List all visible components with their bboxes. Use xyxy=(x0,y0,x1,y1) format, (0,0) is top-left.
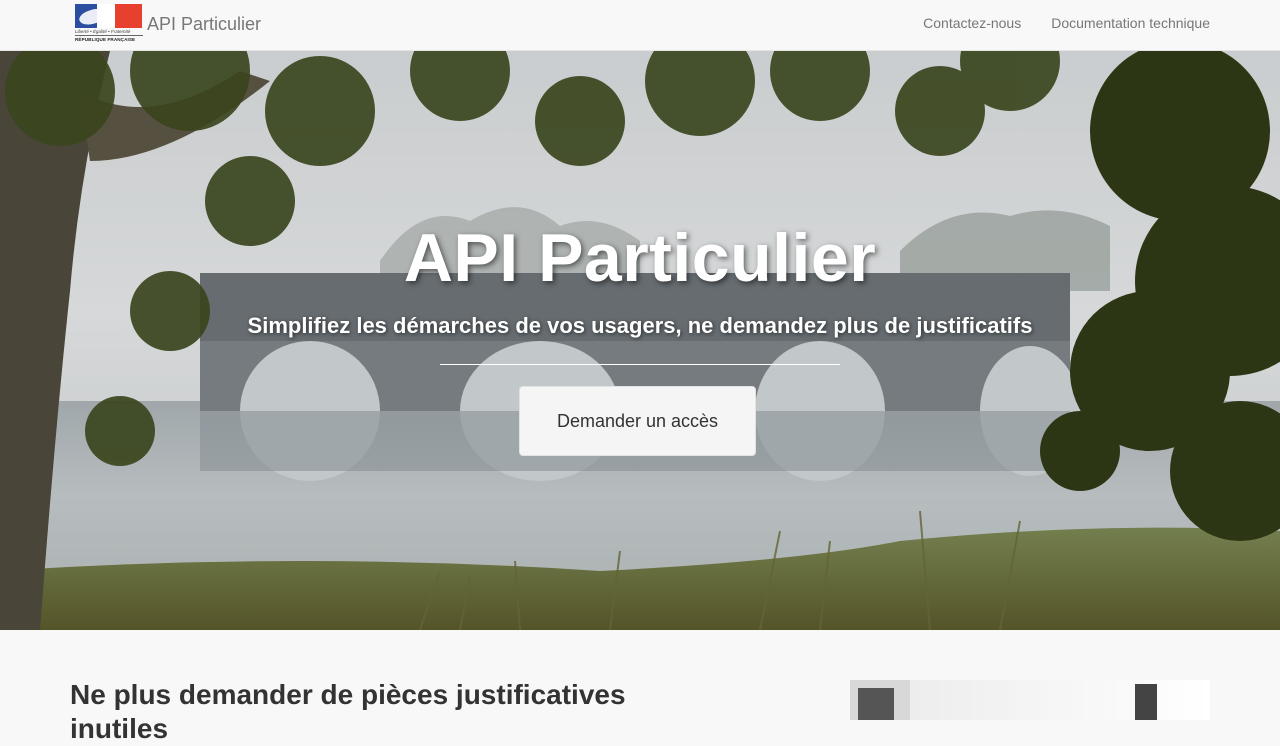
brand-home-link[interactable]: Liberté • Égalité • Fraternité RÉPUBLIQU… xyxy=(75,4,261,46)
hero-title: API Particulier xyxy=(403,220,877,296)
tricolor-flag-icon xyxy=(75,4,142,28)
logo-republique: RÉPUBLIQUE FRANÇAISE xyxy=(75,35,143,43)
hero-subtitle: Simplifiez les démarches de vos usagers,… xyxy=(247,313,1033,338)
marianne-logo: Liberté • Égalité • Fraternité RÉPUBLIQU… xyxy=(75,4,143,46)
nav-contact-link[interactable]: Contactez-nous xyxy=(923,15,1021,31)
hero-divider xyxy=(440,364,840,365)
hero-content: API Particulier Simplifiez les démarches… xyxy=(0,51,1280,630)
nav-documentation-link[interactable]: Documentation technique xyxy=(1051,15,1210,31)
hero-section: API Particulier Simplifiez les démarches… xyxy=(0,51,1280,630)
brand-name: API Particulier xyxy=(147,14,262,34)
illustration-photo xyxy=(850,680,1157,720)
section-illustration-image xyxy=(850,680,1210,720)
section-title: Ne plus demander de pièces justificative… xyxy=(70,679,626,744)
request-access-button[interactable]: Demander un accès xyxy=(519,386,756,456)
top-navbar: Liberté • Égalité • Fraternité RÉPUBLIQU… xyxy=(0,0,1280,51)
intro-section: Ne plus demander de pièces justificative… xyxy=(0,630,1280,744)
nav-links: Contactez-nous Documentation technique xyxy=(923,15,1210,31)
logo-text: Liberté • Égalité • Fraternité RÉPUBLIQU… xyxy=(75,29,143,45)
